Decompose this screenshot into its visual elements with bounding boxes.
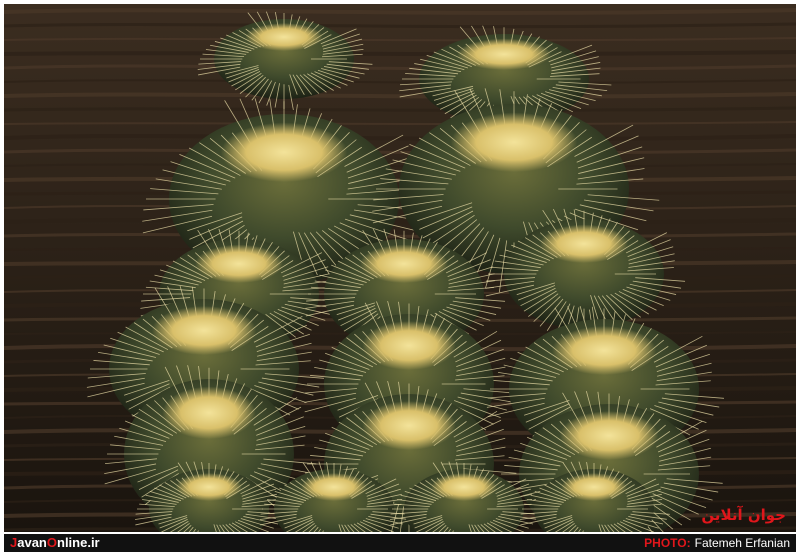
cactus-crown xyxy=(360,244,448,283)
cactus-crown xyxy=(559,411,659,460)
cactus-crown xyxy=(151,306,257,355)
site-logo-watermark: جوان آنلاین xyxy=(701,506,786,524)
cactus-photo: جوان آنلاین xyxy=(4,4,796,532)
cactus-crown xyxy=(457,38,551,70)
cactus-crown xyxy=(220,122,348,182)
cactus-crown xyxy=(450,112,578,172)
cactus-crown xyxy=(176,473,242,501)
site-name-middle: avan xyxy=(17,535,47,550)
cactus-crown xyxy=(551,326,657,375)
cactus-crown xyxy=(561,473,627,501)
cactus-crown xyxy=(162,386,256,439)
cactus-crown xyxy=(362,401,456,450)
cactus-crown xyxy=(540,224,628,263)
cactus-crown xyxy=(431,473,497,501)
caption-bar: JavanOnline.ir PHOTO: Fatemeh Erfanian xyxy=(4,534,796,552)
site-name-rest: nline.ir xyxy=(57,535,100,550)
photographer-name: Fatemeh Erfanian xyxy=(694,536,790,550)
photo-frame: جوان آنلاین JavanOnline.ir PHOTO: Fatemeh… xyxy=(0,0,800,555)
photo-credit: PHOTO: Fatemeh Erfanian xyxy=(644,534,790,552)
cactus-crown xyxy=(301,473,367,501)
photo-credit-label: PHOTO: xyxy=(644,536,691,550)
wood-grain-line xyxy=(4,50,796,57)
cactus-crown xyxy=(245,23,323,51)
site-name-accent: O xyxy=(46,535,57,550)
site-name[interactable]: JavanOnline.ir xyxy=(10,534,100,552)
wood-grain-line xyxy=(4,92,796,99)
cactus-crown xyxy=(195,244,283,283)
cactus-crown xyxy=(362,321,456,370)
cactus-scene xyxy=(4,4,796,532)
